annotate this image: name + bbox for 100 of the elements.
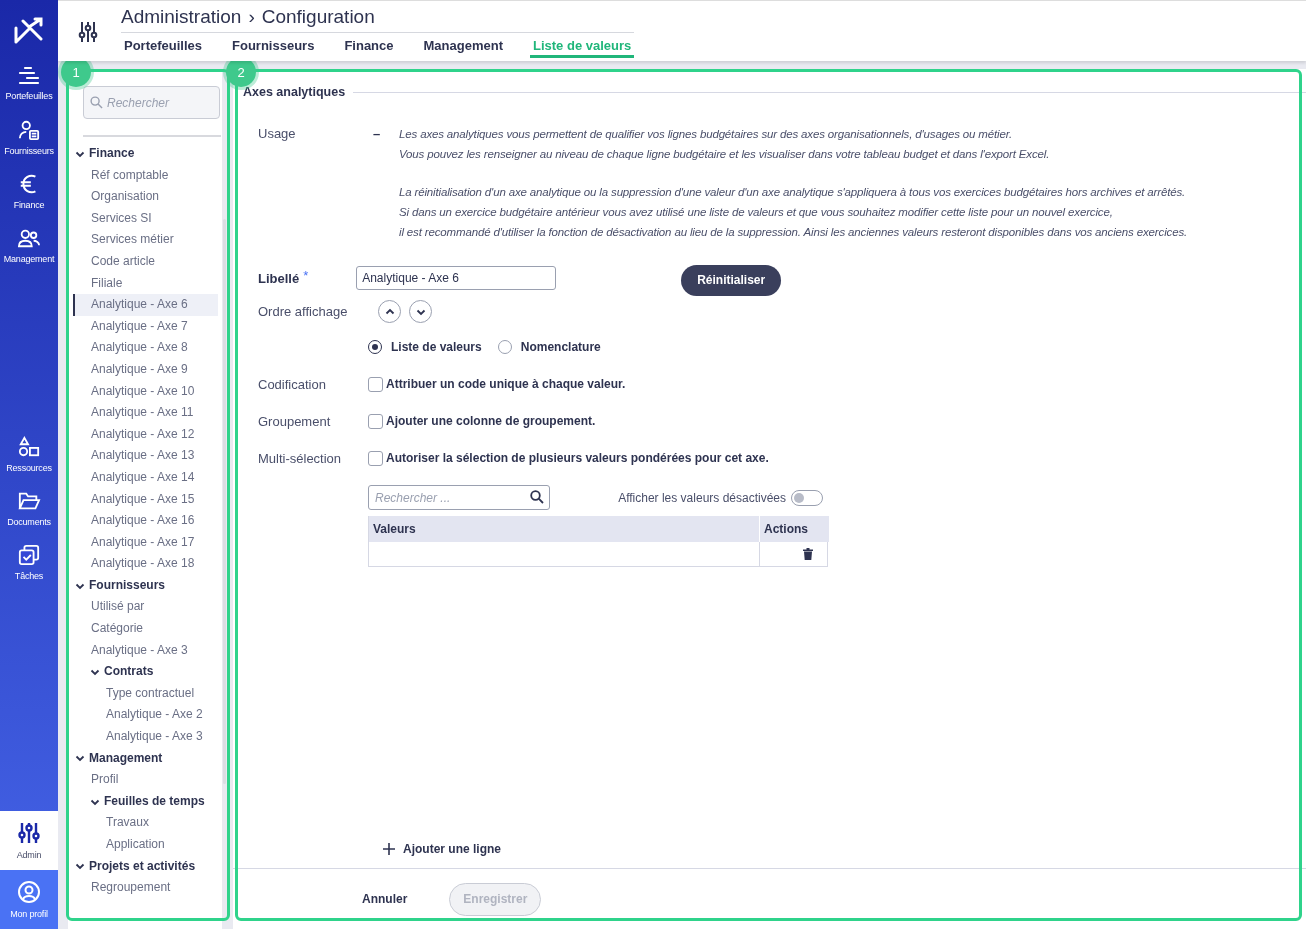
tree-group[interactable]: Fournisseurs bbox=[73, 574, 222, 597]
tree-item[interactable]: Services SI bbox=[73, 207, 218, 230]
column-header: Actions bbox=[759, 516, 829, 542]
field-label: Codification bbox=[258, 376, 327, 392]
breadcrumb-separator: › bbox=[248, 6, 255, 29]
tree-group[interactable]: Finance bbox=[73, 143, 222, 165]
tree-item[interactable]: Travaux bbox=[73, 812, 218, 834]
tree-item[interactable]: Analytique - Axe 9 bbox=[73, 358, 218, 381]
page-title: Administration bbox=[121, 6, 242, 29]
nav-item[interactable]: Portefeuilles bbox=[0, 62, 58, 105]
nav-item[interactable]: Admin bbox=[0, 811, 58, 870]
tree-group[interactable]: Management bbox=[73, 747, 222, 770]
chevron-up-icon bbox=[384, 306, 395, 317]
nav-item[interactable]: Documents bbox=[0, 487, 58, 530]
nav-item[interactable]: Tâches bbox=[0, 541, 58, 584]
tree-item[interactable]: Analytique - Axe 18 bbox=[73, 553, 218, 575]
label-input[interactable]: Analytique - Axe 6 bbox=[356, 266, 557, 290]
tree-item[interactable]: Analytique - Axe 2 bbox=[73, 704, 218, 727]
tree-item[interactable]: Analytique - Axe 14 bbox=[73, 466, 218, 489]
required-mark: * bbox=[303, 267, 310, 283]
tree-item[interactable]: Application bbox=[73, 834, 218, 856]
add-line-button[interactable]: Ajouter une ligne bbox=[383, 842, 501, 856]
checkbox-label: Attribuer un code unique à chaque valeur. bbox=[386, 377, 626, 391]
checkbox[interactable] bbox=[368, 376, 383, 392]
section-title: Axes analytiques bbox=[243, 85, 346, 99]
tree-item[interactable]: Filiale bbox=[73, 272, 218, 295]
plus-icon bbox=[383, 843, 395, 855]
field-label: Groupement bbox=[258, 413, 332, 429]
tree-item[interactable]: Analytique - Axe 7 bbox=[73, 315, 218, 338]
cancel-button[interactable]: Annuler bbox=[362, 892, 408, 906]
nav-item[interactable]: Mon profil bbox=[0, 870, 58, 929]
toggle-switch[interactable] bbox=[791, 489, 823, 506]
field-label: Usage bbox=[258, 126, 297, 141]
field-label: Multi-sélection bbox=[258, 450, 343, 466]
collapse-toggle[interactable]: – bbox=[373, 126, 399, 142]
task-icon bbox=[17, 544, 41, 566]
people-icon bbox=[17, 227, 41, 249]
sliders-icon bbox=[17, 821, 41, 845]
tree-item[interactable]: Analytique - Axe 15 bbox=[73, 488, 218, 511]
tree-group[interactable]: Feuilles de temps bbox=[73, 790, 222, 813]
tree-item[interactable]: Profil bbox=[73, 769, 218, 791]
tree-item[interactable]: Analytique - Axe 17 bbox=[73, 531, 218, 554]
reset-button[interactable]: Réinitialiser bbox=[681, 264, 782, 296]
tab[interactable]: Finance bbox=[341, 33, 397, 58]
field-label: Ordre affichage bbox=[258, 304, 349, 319]
tree-item[interactable]: Utilisé par bbox=[73, 596, 218, 619]
checkbox[interactable] bbox=[368, 413, 383, 429]
tree-item[interactable]: Réf comptable bbox=[73, 164, 218, 187]
field-label: Libellé bbox=[258, 270, 300, 286]
tree-item[interactable]: Analytique - Axe 13 bbox=[73, 445, 218, 467]
tab[interactable]: Management bbox=[420, 33, 506, 58]
checkbox[interactable] bbox=[368, 450, 383, 466]
tab[interactable]: Portefeuilles bbox=[121, 33, 206, 58]
radio-label: Liste de valeurs bbox=[391, 340, 482, 354]
chevron-icon bbox=[90, 667, 100, 678]
nav-item[interactable]: Ressources bbox=[0, 433, 58, 476]
tree-item[interactable]: Analytique - Axe 3 bbox=[73, 639, 218, 662]
checkbox-label: Ajouter une colonne de groupement. bbox=[386, 414, 596, 428]
search-field[interactable]: Rechercher ... bbox=[368, 485, 550, 510]
help-text: Les axes analytiques vous permettent de qualifier vos lignes budgétaires sur des axes organisationnels, d'usages ou métier. Vous pouvez les renseigner au niveau de chaque ligne budgétaire et les visualiser dans votre tableau budget et dans l'export Excel. bbox=[399, 127, 1051, 162]
trash-icon[interactable] bbox=[802, 548, 813, 560]
settings-icon bbox=[78, 21, 98, 43]
folder-icon bbox=[17, 490, 41, 512]
page-subtitle: Configuration bbox=[261, 6, 375, 29]
tree-item[interactable]: Code article bbox=[73, 250, 218, 273]
checkbox-label: Autoriser la sélection de plusieurs valeurs pondérées pour cet axe. bbox=[386, 451, 769, 465]
move-down-button[interactable] bbox=[409, 300, 432, 323]
nav-item[interactable]: Management bbox=[0, 224, 58, 267]
search-icon bbox=[90, 96, 103, 109]
tab[interactable]: Fournisseurs bbox=[229, 33, 318, 58]
radio-label: Nomenclature bbox=[520, 340, 601, 354]
move-up-button[interactable] bbox=[378, 300, 401, 323]
tree-item[interactable]: Type contractuel bbox=[73, 682, 218, 705]
tree-item[interactable]: Analytique - Axe 8 bbox=[73, 337, 218, 359]
scrollbar[interactable] bbox=[223, 219, 226, 784]
logo-icon bbox=[13, 16, 45, 44]
tree-item[interactable]: Analytique - Axe 6 bbox=[73, 294, 218, 316]
nav-item[interactable]: Finance bbox=[0, 170, 58, 213]
tree-item[interactable]: Services métier bbox=[73, 229, 218, 251]
tree-item[interactable]: Analytique - Axe 16 bbox=[73, 510, 218, 532]
bars-icon bbox=[17, 66, 41, 86]
help-text: La réinitialisation d'un axe analytique ou la suppression d'une valeur d'un axe analytique s'appliquera à tous vos exercices budgétaires hors archives et arrêtés. Si dans un exercice budgétaire antérieur vous avez utilisé une liste de valeurs et que vous souhaitez modifier cette liste pour un nouvel exercice, il est recommandé d'utiliser la fonction de désactivation au lieu de la suppression. Ainsi les anciennes valeurs resteront disponibles dans vos anciens exercices. bbox=[399, 185, 1188, 240]
nav-item[interactable]: Fournisseurs bbox=[0, 116, 58, 159]
chevron-icon bbox=[75, 861, 85, 872]
chevron-icon bbox=[75, 753, 85, 764]
tree-item[interactable]: Regroupement bbox=[73, 877, 218, 899]
search-field[interactable]: Rechercher bbox=[83, 86, 220, 119]
tree-group[interactable]: Projets et activités bbox=[73, 855, 222, 878]
profile-icon bbox=[17, 880, 41, 904]
tree-item[interactable]: Organisation bbox=[73, 186, 218, 208]
column-header: Valeurs bbox=[369, 516, 759, 542]
tree-item[interactable]: Analytique - Axe 12 bbox=[73, 423, 218, 446]
tree-group[interactable]: Contrats bbox=[73, 661, 222, 683]
search-icon bbox=[530, 490, 544, 504]
tree-item[interactable]: Analytique - Axe 3 bbox=[73, 726, 218, 748]
tree-item[interactable]: Catégorie bbox=[73, 618, 218, 640]
toggle-label: Afficher les valeurs désactivées bbox=[618, 490, 786, 505]
user-card-icon bbox=[17, 119, 41, 141]
tree-item[interactable]: Analytique - Axe 11 bbox=[73, 402, 218, 424]
tree-item[interactable]: Analytique - Axe 10 bbox=[73, 380, 218, 403]
